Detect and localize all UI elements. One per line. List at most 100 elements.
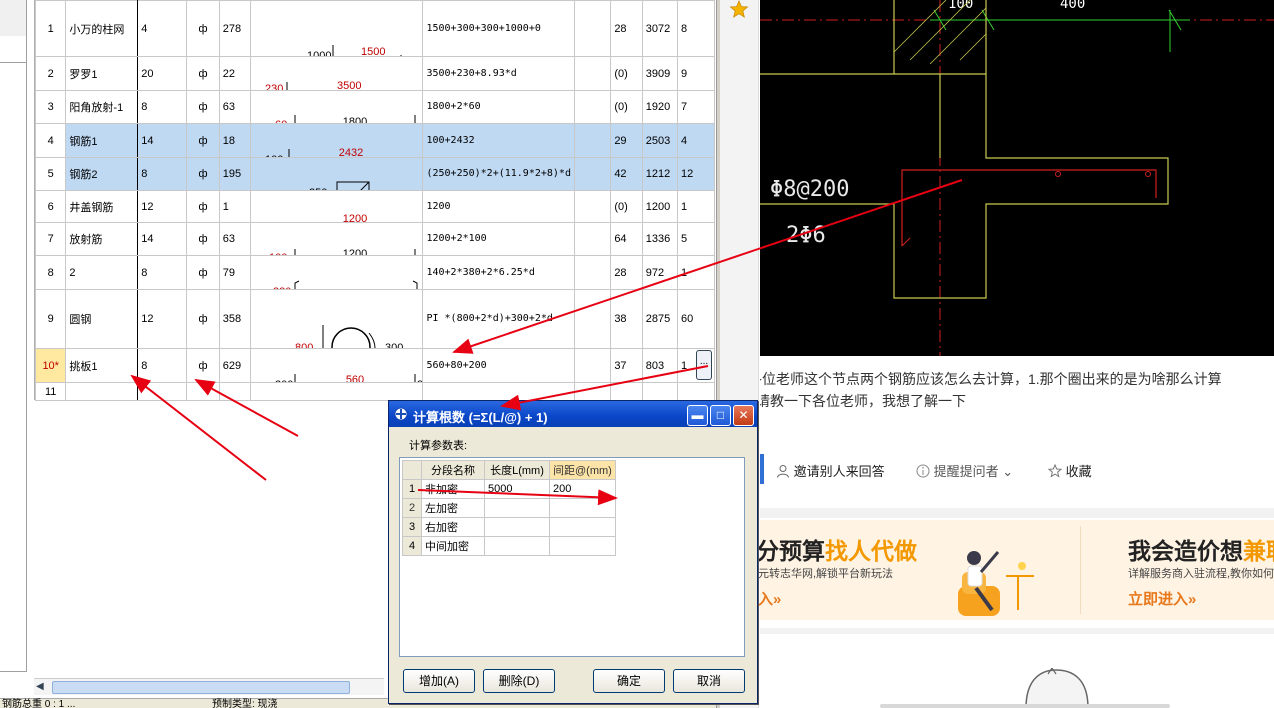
cell-length[interactable]: 1212 <box>641 157 678 191</box>
cell-grade[interactable]: ф <box>186 56 220 91</box>
cell-name[interactable]: 井盖钢筋 <box>65 190 139 223</box>
cell-remark[interactable] <box>573 255 612 290</box>
cell-length[interactable]: 1200 <box>641 190 678 223</box>
delete-button[interactable]: 删除(D) <box>483 669 555 693</box>
cell-row-number[interactable]: 7 <box>34 222 67 256</box>
cell-formula[interactable]: PI *(800+2*d)+300+2*d <box>422 289 575 349</box>
cell-splice[interactable]: 28 <box>610 0 643 57</box>
cell-name[interactable] <box>65 382 139 401</box>
rebar-row[interactable]: 7 放射筋 14 ф 63 100 1200 1200+2*100 64 1336 5 <box>34 222 716 256</box>
ellipsis-button[interactable]: ... <box>696 350 712 380</box>
param-cell-length[interactable] <box>484 517 550 537</box>
cell-row-number[interactable]: 1 <box>34 0 67 57</box>
param-cell-spacing[interactable] <box>549 536 616 556</box>
rebar-row[interactable]: 9 圆钢 12 ф 358 800 300 PI *(800+2*d)+300+2*d 38 28… <box>34 289 716 349</box>
rebar-row[interactable]: 3阳角放射-18ф63 60 1800 1800+2*60 (0)19207 <box>34 90 716 124</box>
cell-name[interactable]: 圆钢 <box>65 289 139 349</box>
param-cell-length[interactable] <box>484 536 550 556</box>
cell-diameter[interactable] <box>137 382 188 401</box>
cell-grade[interactable]: ф <box>186 90 220 124</box>
cell-row-number[interactable]: 11 <box>34 382 67 401</box>
panel-tree[interactable] <box>0 63 26 672</box>
cell-count[interactable]: 22 <box>218 56 252 91</box>
cell-qty-container[interactable] <box>676 382 716 401</box>
cell-length[interactable]: 2503 <box>641 123 678 158</box>
cell-splice[interactable]: 28 <box>610 255 643 290</box>
cell-remark[interactable] <box>573 289 612 349</box>
cell-shape[interactable]: 230 3500 <box>250 56 424 91</box>
cell-count[interactable]: 18 <box>218 123 252 158</box>
cell-splice[interactable]: 29 <box>610 123 643 158</box>
cell-diameter[interactable]: 8 <box>137 90 188 124</box>
cell-row-number[interactable]: 9 <box>34 289 67 349</box>
cell-diameter[interactable]: 8 <box>137 255 188 290</box>
cell-length[interactable]: 1920 <box>641 90 678 124</box>
cell-count[interactable]: 629 <box>218 348 252 383</box>
cell-grade[interactable] <box>186 382 220 401</box>
banner-left-link[interactable]: 入» <box>758 588 781 609</box>
cell-formula[interactable]: 140+2*380+2*6.25*d <box>422 255 575 290</box>
cell-name[interactable]: 罗罗1 <box>65 56 139 91</box>
param-cell-name[interactable]: 非加密 <box>421 479 485 499</box>
cell-length[interactable]: 972 <box>641 255 678 290</box>
cell-length[interactable]: 2875 <box>641 289 678 349</box>
cell-splice[interactable]: 37 <box>610 348 643 383</box>
param-cell-spacing[interactable]: 200 <box>549 479 616 499</box>
rebar-row[interactable]: 5 钢筋2 8 ф 195 250 250 (250+250)*2+(11.9*2+8)*d 4… <box>34 157 716 191</box>
cell-splice[interactable]: 42 <box>610 157 643 191</box>
cell-remark[interactable] <box>573 190 612 223</box>
cell-name[interactable]: 钢筋1 <box>65 123 139 158</box>
cell-remark[interactable] <box>573 90 612 124</box>
cell-name[interactable]: 小万的柱网 <box>65 0 139 57</box>
cell-remark[interactable] <box>573 348 612 383</box>
cell-row-number[interactable]: 2 <box>34 56 67 91</box>
param-cell-length[interactable]: 5000 <box>484 479 550 499</box>
cell-qty-container[interactable]: 1 <box>676 255 716 290</box>
cell-formula[interactable]: 1200 <box>422 190 575 223</box>
cell-grade[interactable]: ф <box>186 222 220 256</box>
cell-shape[interactable]: 100 2432 <box>250 123 424 158</box>
cell-formula[interactable]: 100+2432 <box>422 123 575 158</box>
cell-remark[interactable] <box>573 222 612 256</box>
cell-diameter[interactable]: 8 <box>137 348 188 383</box>
remind-asker-button[interactable]: 提醒提问者 ⌄ <box>916 461 1013 480</box>
cell-qty-container[interactable]: 60 <box>676 289 716 349</box>
rebar-row[interactable]: 6 井盖钢筋 12 ф 1 1200 1200 (0) 1200 1 <box>34 190 716 223</box>
cell-shape[interactable]: 200 560 80 <box>250 348 424 383</box>
panel-button[interactable] <box>0 36 26 63</box>
cell-diameter[interactable]: 20 <box>137 56 188 91</box>
cell-qty-container[interactable]: 1 <box>676 190 716 223</box>
rebar-row[interactable]: 11 <box>34 382 716 401</box>
cell-shape[interactable]: 1200 <box>250 190 424 223</box>
scroll-left-icon[interactable]: ◀ <box>36 682 46 692</box>
cell-diameter[interactable]: 8 <box>137 157 188 191</box>
param-cell-length[interactable] <box>484 498 550 518</box>
cell-row-number[interactable]: 5 <box>34 157 67 191</box>
cell-formula[interactable]: 3500+230+8.93*d <box>422 56 575 91</box>
cell-grade[interactable]: ф <box>186 0 220 57</box>
cell-count[interactable]: 195 <box>218 157 252 191</box>
cell-count[interactable] <box>218 382 252 401</box>
horizontal-scrollbar[interactable]: ◀ <box>34 678 384 695</box>
add-button[interactable]: 增加(A) <box>403 669 475 693</box>
cell-splice[interactable]: (0) <box>610 56 643 91</box>
close-button[interactable]: ✕ <box>733 405 754 426</box>
cell-shape[interactable]: 380 140 <box>250 255 424 290</box>
cell-row-number[interactable]: 3 <box>34 90 67 124</box>
cell-row-number[interactable]: 6 <box>34 190 67 223</box>
cell-diameter[interactable]: 12 <box>137 190 188 223</box>
dialog-titlebar[interactable]: 计算根数 (=Σ(L/@) + 1) ▬ □ ✕ <box>389 401 757 427</box>
cell-grade[interactable]: ф <box>186 255 220 290</box>
cell-count[interactable]: 79 <box>218 255 252 290</box>
collect-button[interactable]: 收藏 <box>1047 461 1092 480</box>
scroll-thumb[interactable] <box>52 681 350 694</box>
page-scrollbar[interactable] <box>880 704 1170 708</box>
param-cell-spacing[interactable] <box>549 498 616 518</box>
cell-grade[interactable]: ф <box>186 289 220 349</box>
cell-grade[interactable]: ф <box>186 123 220 158</box>
cell-diameter[interactable]: 14 <box>137 222 188 256</box>
cell-length[interactable]: 3072 <box>641 0 678 57</box>
cell-qty-container[interactable]: 4 <box>676 123 716 158</box>
param-cell-spacing[interactable] <box>549 517 616 537</box>
cell-splice[interactable]: 38 <box>610 289 643 349</box>
